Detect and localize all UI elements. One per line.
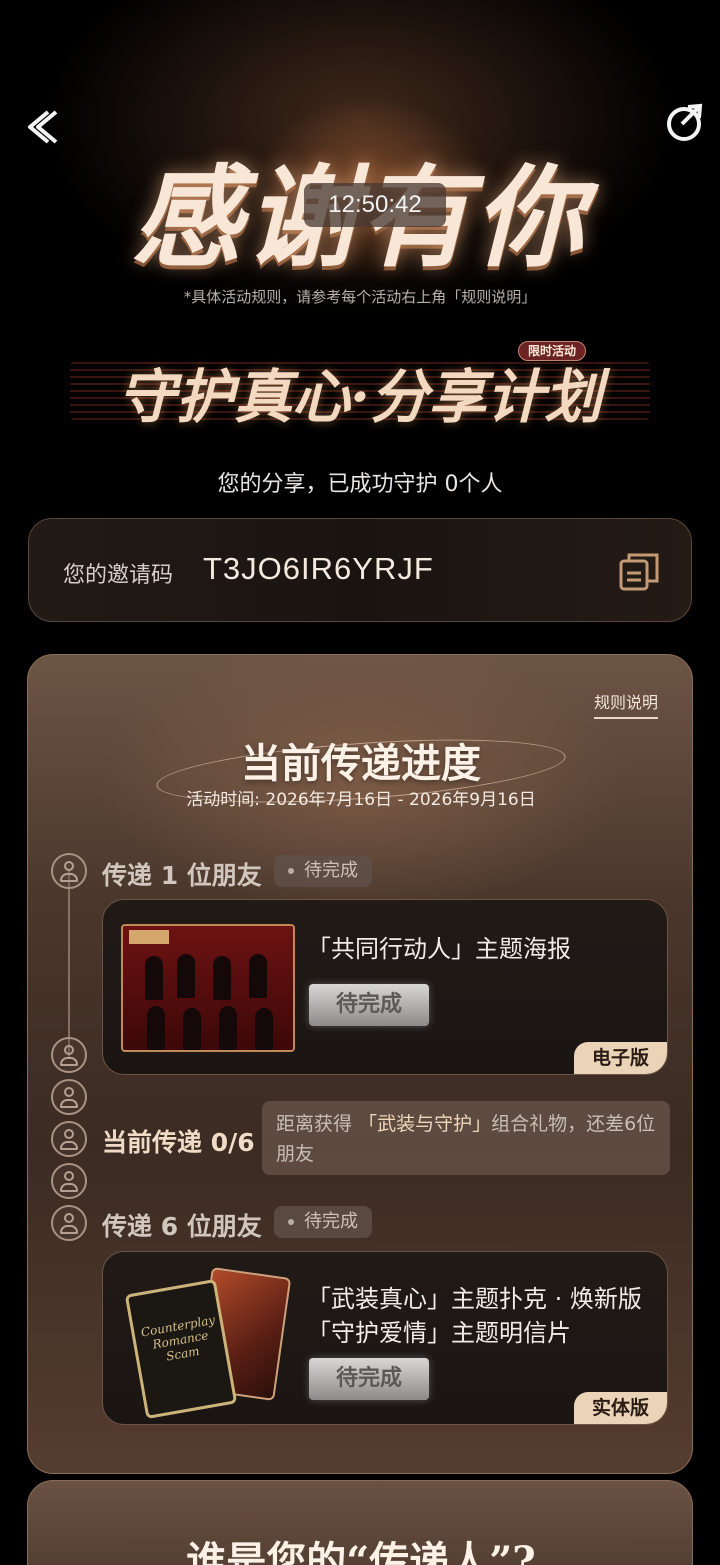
step1-label: 传递 1 位朋友 (102, 861, 262, 890)
person-icon (51, 1121, 87, 1157)
event-time: 活动时间: 2026年7月16日 - 2026年9月16日 (186, 790, 536, 810)
poster-image (121, 924, 295, 1052)
progress-card: 规则说明 当前传递进度 活动时间: 2026年7月16日 - 2026年9月16… (27, 654, 693, 1474)
current-progress-info: 距离获得 「武装与守护」组合礼物，还差6位朋友 (262, 1101, 670, 1175)
current-progress-label: 当前传递 0/6 (102, 1128, 255, 1157)
poker-postcard-image: Counterplay Romance Scam (124, 1267, 293, 1420)
step1-todo-button[interactable]: 待完成 (309, 984, 429, 1026)
person-icon (51, 1163, 87, 1199)
protected-count-text: 您的分享，已成功守护 0个人 (217, 472, 503, 497)
step1-reward-card: 「共同行动人」主题海报 待完成 电子版 (102, 899, 668, 1075)
invite-code-card: 您的邀请码 T3JO6IR6YRJF (28, 518, 692, 622)
step1-reward-name: 「共同行动人」主题海报 (307, 935, 571, 963)
rule-note: *具体活动规则，请参考每个活动右上角「规则说明」 (183, 288, 537, 306)
step2-reward-line1: 「武装真心」主题扑克 · 焕新版 (307, 1285, 642, 1313)
limited-badge: 限时活动 (518, 341, 586, 361)
progress-title: 当前传递进度 (241, 740, 481, 787)
step2-reward-line2: 「守护爱情」主题明信片 (307, 1319, 571, 1347)
card-art-text: Counterplay Romance Scam (139, 1312, 217, 1364)
step2-reward-card: Counterplay Romance Scam 「武装真心」主题扑克 · 焕新… (102, 1251, 668, 1425)
step1-version-tag: 电子版 (573, 1042, 667, 1074)
info-prefix: 距离获得 (276, 1113, 353, 1135)
next-section-title: 谁是您的“传递人”? (186, 1538, 536, 1565)
campaign-title: 守护真心·分享计划 (117, 363, 603, 431)
info-highlight: 「武装与守护」 (358, 1113, 492, 1135)
step2-label: 传递 6 位朋友 (102, 1212, 262, 1241)
step2-version-tag: 实体版 (573, 1392, 667, 1424)
person-icon (51, 1205, 87, 1241)
rules-link[interactable]: 规则说明 (594, 689, 659, 719)
person-icon (51, 1079, 87, 1115)
next-section-card: 谁是您的“传递人”? (27, 1480, 693, 1565)
copy-icon (619, 553, 659, 591)
clock-display: 12:50:42 (304, 183, 446, 227)
step2-status: 待完成 (274, 1206, 372, 1238)
copy-button[interactable] (617, 549, 661, 593)
step2-todo-button[interactable]: 待完成 (309, 1358, 429, 1400)
person-icon (51, 1037, 87, 1073)
timeline-line (68, 869, 70, 1059)
hero-banner: 感谢有你 12:50:42 *具体活动规则，请参考每个活动右上角「规则说明」 守… (0, 0, 720, 500)
person-icon (51, 853, 87, 889)
step1-status: 待完成 (274, 855, 372, 887)
invite-code-value[interactable]: T3JO6IR6YRJF (203, 551, 434, 587)
invite-code-label: 您的邀请码 (63, 563, 174, 588)
